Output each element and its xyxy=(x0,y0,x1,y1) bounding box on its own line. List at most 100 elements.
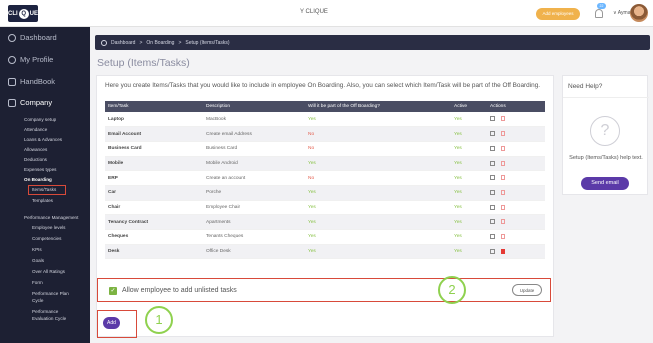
breadcrumb-on-boarding[interactable]: On Boarding xyxy=(146,40,174,46)
add-employees-button[interactable]: Add employees xyxy=(536,8,580,20)
table-row: Mobile Mobile Android Yes Yes xyxy=(105,156,545,172)
col-header-description: Description xyxy=(203,101,305,112)
sidebar-item-dashboard[interactable]: Dashboard xyxy=(8,33,57,42)
edit-icon[interactable] xyxy=(490,116,495,122)
delete-icon[interactable] xyxy=(501,219,505,225)
top-bar: CLI Q UE Y CLIQUE Add employees 22 ∨ Ayman xyxy=(0,0,653,27)
sidebar-item-employee-levels[interactable]: Employee levels xyxy=(32,225,65,230)
divider xyxy=(563,97,649,98)
delete-icon[interactable] xyxy=(501,189,505,195)
actions-cell xyxy=(487,244,545,260)
sidebar-item-label: Dashboard xyxy=(20,33,57,42)
delete-icon[interactable] xyxy=(501,131,505,137)
pen-icon xyxy=(8,98,16,107)
sidebar-item-on-boarding[interactable]: On Boarding xyxy=(24,177,52,182)
table-row: Car Porche Yes Yes xyxy=(105,185,545,201)
sidebar-item-company[interactable]: Company xyxy=(8,98,52,107)
edit-icon[interactable] xyxy=(490,131,495,137)
description-cell: Office Desk xyxy=(203,244,305,260)
sidebar-item-performance-evaluation[interactable]: Performance xyxy=(32,309,58,314)
edit-icon[interactable] xyxy=(490,145,495,151)
edit-icon[interactable] xyxy=(490,175,495,181)
active-cell: Yes xyxy=(451,156,487,172)
delete-icon[interactable] xyxy=(501,248,505,254)
actions-cell xyxy=(487,141,545,157)
allow-unlisted-label: Allow employee to add unlisted tasks xyxy=(122,287,237,294)
description-cell: Create an account xyxy=(203,170,305,186)
sidebar: Dashboard My Profile HandBook Company Co… xyxy=(0,27,90,343)
step-marker-1: 1 xyxy=(145,306,173,334)
active-cell: Yes xyxy=(451,200,487,216)
delete-icon[interactable] xyxy=(501,116,505,122)
item-name-cell: Email Account xyxy=(105,126,203,142)
off-boarding-cell: No xyxy=(305,141,451,157)
sidebar-item-my-profile[interactable]: My Profile xyxy=(8,55,53,64)
sidebar-item-form[interactable]: Form xyxy=(32,280,43,285)
logo-text-right: UE xyxy=(29,10,39,17)
sidebar-item-allowances[interactable]: Allowances xyxy=(24,147,47,152)
actions-cell xyxy=(487,185,545,201)
sidebar-item-deductions[interactable]: Deductions xyxy=(24,157,47,162)
delete-icon[interactable] xyxy=(501,204,505,210)
sidebar-item-evaluation-cycle[interactable]: Evaluation Cycle xyxy=(32,316,66,321)
sidebar-item-templates[interactable]: Templates xyxy=(32,198,53,203)
help-title: Need Help? xyxy=(568,83,603,90)
window-title: Y CLIQUE xyxy=(300,9,328,15)
sidebar-item-performance-plan-cycle[interactable]: Cycle xyxy=(32,298,44,303)
send-email-button[interactable]: Send email xyxy=(581,177,629,190)
delete-icon[interactable] xyxy=(501,233,505,239)
items-card: Here you create Items/Tasks that you wou… xyxy=(96,75,554,338)
edit-icon[interactable] xyxy=(490,160,495,166)
sidebar-item-handbook[interactable]: HandBook xyxy=(8,77,55,86)
delete-icon[interactable] xyxy=(501,175,505,181)
avatar[interactable] xyxy=(630,4,648,22)
sidebar-item-expenses-types[interactable]: Expenses types xyxy=(24,167,56,172)
col-header-item: Item/Task xyxy=(105,101,203,112)
user-icon xyxy=(8,55,16,64)
delete-icon[interactable] xyxy=(501,145,505,151)
active-cell: Yes xyxy=(451,141,487,157)
delete-icon[interactable] xyxy=(501,160,505,166)
items-table: Item/Task Description Will it be part of… xyxy=(105,101,545,260)
edit-icon[interactable] xyxy=(490,219,495,225)
breadcrumb-dashboard[interactable]: Dashboard xyxy=(111,40,135,46)
actions-cell xyxy=(487,112,545,128)
off-boarding-cell: Yes xyxy=(305,214,451,230)
sidebar-item-company-setup[interactable]: Company setup xyxy=(24,117,56,122)
app-logo[interactable]: CLI Q UE xyxy=(8,5,38,22)
col-header-active: Active xyxy=(451,101,487,112)
col-header-actions: Actions xyxy=(487,101,545,112)
sidebar-item-label: Company xyxy=(20,98,53,107)
table-header-row: Item/Task Description Will it be part of… xyxy=(105,101,545,112)
sidebar-item-performance-management[interactable]: Performance Management xyxy=(24,215,78,220)
sidebar-item-loans[interactable]: Loans & Advances xyxy=(24,137,62,142)
edit-icon[interactable] xyxy=(490,233,495,239)
edit-icon[interactable] xyxy=(490,189,495,195)
update-button[interactable]: Update xyxy=(512,284,542,296)
off-boarding-cell: Yes xyxy=(305,200,451,216)
allow-unlisted-checkbox[interactable]: ✓ xyxy=(109,287,117,295)
question-icon: ? xyxy=(590,116,620,146)
sidebar-item-kpis[interactable]: KPIs xyxy=(32,247,42,252)
sidebar-item-over-all-ratings[interactable]: Over All Ratings xyxy=(32,269,65,274)
sidebar-item-items-tasks[interactable]: Items/Tasks xyxy=(32,187,56,192)
off-boarding-cell: Yes xyxy=(305,229,451,245)
sidebar-item-goals[interactable]: Goals xyxy=(32,258,44,263)
table-row: Tenancy Contract Apartments Yes Yes xyxy=(105,214,545,230)
off-boarding-cell: Yes xyxy=(305,244,451,260)
active-cell: Yes xyxy=(451,185,487,201)
add-button[interactable]: Add xyxy=(103,317,120,329)
sidebar-item-attendance[interactable]: Attendance xyxy=(24,127,47,132)
sidebar-item-performance-plan[interactable]: Performance Plan xyxy=(32,291,69,296)
item-name-cell: Business Card xyxy=(105,141,203,157)
sidebar-item-competencies[interactable]: Competencies xyxy=(32,236,61,241)
active-cell: Yes xyxy=(451,244,487,260)
bell-shape xyxy=(595,9,603,18)
edit-icon[interactable] xyxy=(490,204,495,210)
description-cell: Mobile Android xyxy=(203,156,305,172)
breadcrumb: Dashboard > On Boarding > Setup (Items/T… xyxy=(95,35,650,50)
item-name-cell: Desk xyxy=(105,244,203,260)
bell-icon[interactable]: 22 xyxy=(594,3,606,20)
edit-icon[interactable] xyxy=(490,248,495,254)
logo-q: Q xyxy=(18,8,29,19)
